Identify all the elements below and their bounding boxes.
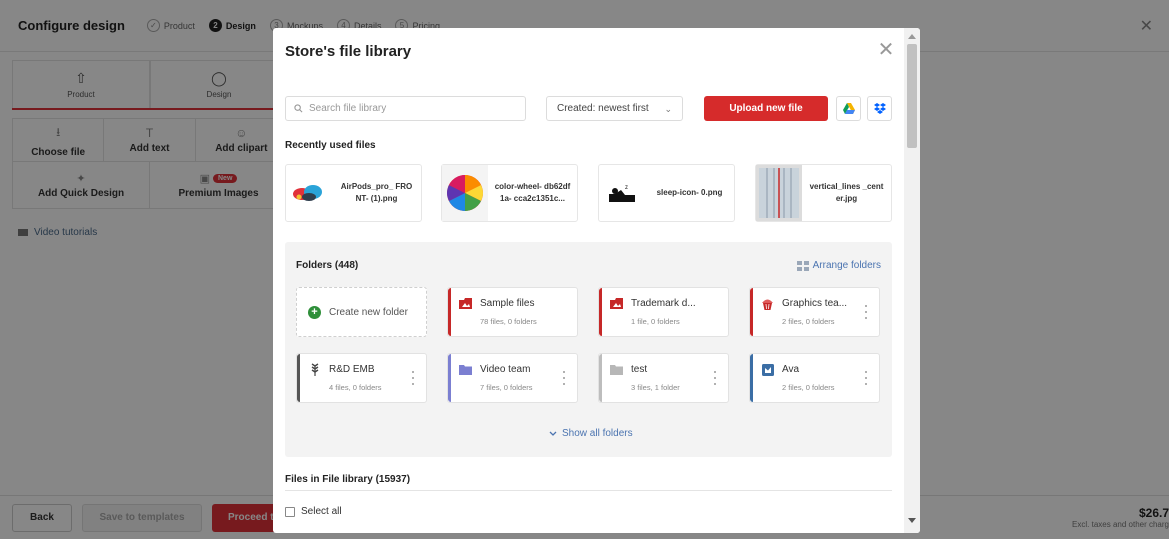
scroll-thumb[interactable] (907, 44, 917, 148)
folder-accent (599, 354, 602, 402)
purple-folder-icon (459, 364, 472, 375)
folder-card[interactable]: Graphics tea... 2 files, 0 folders (749, 287, 880, 337)
arrange-icon (796, 260, 809, 271)
folder-meta: 4 files, 0 folders (329, 383, 382, 392)
dropbox-icon (873, 103, 886, 114)
folder-accent (750, 288, 753, 336)
create-folder-label: Create new folder (329, 307, 408, 318)
red-folder-icon (459, 298, 472, 309)
scroll-up-arrow-icon[interactable] (908, 34, 916, 39)
color-wheel-icon (442, 165, 488, 221)
kebab-menu-icon[interactable] (865, 371, 868, 385)
modal-close-icon[interactable]: ✕ (874, 38, 898, 62)
recent-file-name: sleep-icon- 0.png (656, 188, 723, 197)
folder-card[interactable]: Sample files 78 files, 0 folders (447, 287, 578, 337)
folder-name: test (631, 364, 648, 375)
folder-name: Video team (480, 364, 531, 375)
files-section-title: Files in File library (15937) (285, 474, 411, 485)
recent-file-card[interactable]: vertical_lines _center.jpg (755, 164, 892, 222)
folder-accent (599, 288, 602, 336)
show-all-label: Show all folders (562, 428, 633, 439)
blue-square-icon (761, 363, 774, 376)
recently-used-title: Recently used files (285, 140, 376, 151)
grey-folder-icon (610, 364, 623, 375)
select-all-label: Select all (301, 506, 342, 517)
recent-file-name: vertical_lines _center.jpg (809, 182, 884, 203)
sort-select[interactable]: Created: newest first ⌄ (546, 96, 683, 121)
dropbox-button[interactable] (867, 96, 892, 121)
folder-accent (297, 354, 300, 402)
folder-meta: 78 files, 0 folders (480, 317, 537, 326)
chevron-down-icon: ⌄ (664, 104, 672, 114)
wheat-icon (308, 363, 321, 376)
folder-accent (448, 288, 451, 336)
chevron-down-icon (549, 431, 557, 436)
arrange-label: Arrange folders (812, 260, 881, 271)
folder-card[interactable]: Video team 7 files, 0 folders (447, 353, 578, 403)
folders-section: Folders (448) Arrange folders + Create n… (285, 242, 892, 457)
select-all-checkbox[interactable]: Select all (285, 506, 342, 517)
search-icon (294, 104, 303, 113)
folder-meta: 2 files, 0 folders (782, 383, 835, 392)
google-drive-button[interactable] (836, 96, 861, 121)
folder-name: Ava (782, 364, 800, 375)
folder-accent (750, 354, 753, 402)
scroll-down-arrow-icon[interactable] (908, 518, 916, 523)
kebab-menu-icon[interactable] (563, 371, 566, 385)
lines-icon (756, 165, 802, 221)
folder-meta: 7 files, 0 folders (480, 383, 533, 392)
folder-card[interactable]: Ava 2 files, 0 folders (749, 353, 880, 403)
create-new-folder-button[interactable]: + Create new folder (296, 287, 427, 337)
show-all-folders-link[interactable]: Show all folders (549, 428, 633, 439)
search-file-library[interactable] (285, 96, 526, 121)
plus-icon: + (308, 306, 321, 319)
kebab-menu-icon[interactable] (714, 371, 717, 385)
folder-name: Graphics tea... (782, 298, 848, 309)
folder-name: R&D EMB (329, 364, 375, 375)
divider (285, 490, 892, 491)
recent-file-name: AirPods_pro_ FRONT- (1).png (340, 182, 413, 203)
arrange-folders-link[interactable]: Arrange folders (796, 260, 881, 271)
checkbox-icon[interactable] (285, 506, 295, 517)
recent-file-card[interactable]: AirPods_pro_ FRONT- (1).png (285, 164, 422, 222)
red-folder-icon (610, 298, 623, 309)
recent-file-card[interactable]: color-wheel- db62df1a- cca2c1351c... (441, 164, 578, 222)
recent-file-name: color-wheel- db62df1a- cca2c1351c... (494, 182, 571, 203)
folder-name: Sample files (480, 298, 535, 309)
folders-title: Folders (448) (296, 260, 359, 271)
folder-accent (448, 354, 451, 402)
folder-card[interactable]: R&D EMB 4 files, 0 folders (296, 353, 427, 403)
cupcake-icon (761, 298, 774, 310)
folder-card[interactable]: Trademark d... 1 file, 0 folders (598, 287, 729, 337)
file-library-modal: Store's file library ✕ Created: newest f… (273, 28, 920, 533)
svg-text:z: z (625, 185, 628, 191)
folder-meta: 2 files, 0 folders (782, 317, 835, 326)
modal-scrollbar[interactable] (904, 28, 920, 533)
folder-meta: 1 file, 0 folders (631, 317, 680, 326)
sort-value: Created: newest first (557, 103, 649, 114)
google-drive-icon (842, 103, 855, 114)
search-input[interactable] (309, 103, 509, 114)
sleep-icon: z (599, 165, 645, 221)
kebab-menu-icon[interactable] (412, 371, 415, 385)
modal-title: Store's file library (285, 43, 412, 60)
folder-name: Trademark d... (631, 298, 696, 309)
upload-new-file-button[interactable]: Upload new file (704, 96, 828, 121)
folder-card[interactable]: test 3 files, 1 folder (598, 353, 729, 403)
recent-file-card[interactable]: z sleep-icon- 0.png (598, 164, 735, 222)
folder-meta: 3 files, 1 folder (631, 383, 680, 392)
cloud-icon (286, 165, 332, 221)
kebab-menu-icon[interactable] (865, 305, 868, 319)
